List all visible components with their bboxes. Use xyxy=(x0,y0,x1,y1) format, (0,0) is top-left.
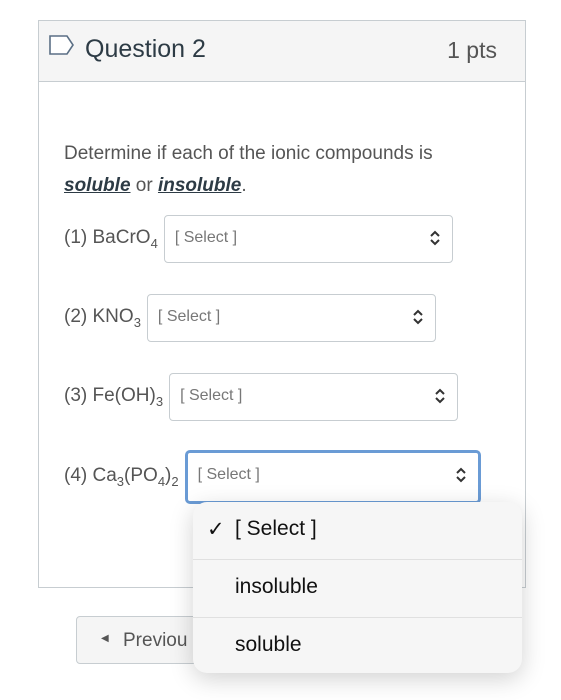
compound-select-3[interactable]: [ Select ] xyxy=(169,373,459,421)
keyword-soluble: soluble xyxy=(64,175,131,196)
chevron-updown-icon xyxy=(430,230,440,246)
dropdown-menu: ✓ [ Select ] insoluble soluble xyxy=(193,502,522,673)
question-points: 1 pts xyxy=(447,37,497,63)
compound-label: (4) Ca3(PO4)2 xyxy=(64,465,179,489)
compound-select-1[interactable]: [ Select ] xyxy=(163,215,453,263)
compound-row-3: (3) Fe(OH)3 [ Select ] xyxy=(64,373,459,421)
compound-row-2: (2) KNO3 [ Select ] xyxy=(64,294,436,342)
dropdown-option-select[interactable]: ✓ [ Select ] xyxy=(193,502,522,560)
compound-row-4: (4) Ca3(PO4)2 [ Select ] xyxy=(64,450,481,504)
compound-label: (2) KNO3 xyxy=(64,306,141,330)
question-prompt: Determine if each of the ionic compounds… xyxy=(64,143,433,196)
compound-label: (1) BaCrO4 xyxy=(64,227,158,251)
compound-select-2[interactable]: [ Select ] xyxy=(146,294,436,342)
dropdown-option-soluble[interactable]: soluble xyxy=(193,618,522,673)
compound-select-4[interactable]: [ Select ] xyxy=(184,450,481,504)
flag-question-icon[interactable] xyxy=(49,35,75,55)
checkmark-icon: ✓ xyxy=(207,518,225,541)
chevron-updown-icon xyxy=(455,467,466,483)
question-header: Question 2 1 pts xyxy=(39,21,525,82)
dropdown-option-insoluble[interactable]: insoluble xyxy=(193,560,522,618)
keyword-insoluble: insoluble xyxy=(157,175,242,196)
compound-row-1: (1) BaCrO4 [ Select ] xyxy=(64,215,453,263)
chevron-updown-icon xyxy=(435,388,445,404)
caret-left-icon: ◀ xyxy=(101,633,109,644)
question-title: Question 2 xyxy=(85,35,206,63)
compound-label: (3) Fe(OH)3 xyxy=(64,385,164,409)
chevron-updown-icon xyxy=(413,309,423,325)
